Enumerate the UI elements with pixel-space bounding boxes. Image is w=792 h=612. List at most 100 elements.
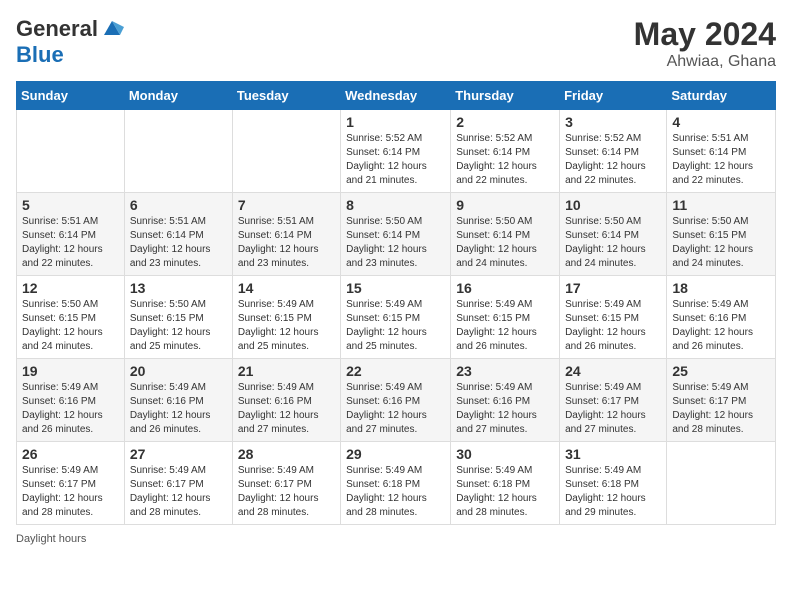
day-info: Sunrise: 5:50 AM Sunset: 6:15 PM Dayligh…	[130, 298, 227, 354]
day-info: Sunrise: 5:49 AM Sunset: 6:17 PM Dayligh…	[130, 464, 227, 520]
week-row-4: 19 Sunrise: 5:49 AM Sunset: 6:16 PM Dayli…	[17, 359, 776, 442]
calendar-cell: 29 Sunrise: 5:49 AM Sunset: 6:18 PM Dayli…	[341, 442, 451, 525]
calendar-cell: 4 Sunrise: 5:51 AM Sunset: 6:14 PM Daylig…	[667, 110, 776, 193]
day-info: Sunrise: 5:51 AM Sunset: 6:14 PM Dayligh…	[238, 215, 335, 271]
day-info: Sunrise: 5:49 AM Sunset: 6:16 PM Dayligh…	[456, 381, 554, 437]
day-number: 15	[346, 280, 445, 296]
calendar-cell: 21 Sunrise: 5:49 AM Sunset: 6:16 PM Dayli…	[232, 359, 340, 442]
day-info: Sunrise: 5:49 AM Sunset: 6:16 PM Dayligh…	[238, 381, 335, 437]
calendar-cell: 5Sunrise: 5:51 AM Sunset: 6:14 PM Daylig…	[17, 193, 125, 276]
calendar-cell: 1Sunrise: 5:52 AM Sunset: 6:14 PM Daylig…	[341, 110, 451, 193]
day-info: Sunrise: 5:51 AM Sunset: 6:14 PM Dayligh…	[130, 215, 227, 271]
day-number: 30	[456, 446, 554, 462]
calendar-cell: 14 Sunrise: 5:49 AM Sunset: 6:15 PM Dayli…	[232, 276, 340, 359]
calendar-cell: 10 Sunrise: 5:50 AM Sunset: 6:14 PM Dayli…	[560, 193, 667, 276]
day-number: 12	[22, 280, 119, 296]
week-row-3: 12 Sunrise: 5:50 AM Sunset: 6:15 PM Dayli…	[17, 276, 776, 359]
logo-icon	[100, 17, 124, 41]
day-info: Sunrise: 5:49 AM Sunset: 6:17 PM Dayligh…	[672, 381, 770, 437]
day-number: 11	[672, 197, 770, 213]
calendar-cell: 8Sunrise: 5:50 AM Sunset: 6:14 PM Daylig…	[341, 193, 451, 276]
calendar-cell: 31 Sunrise: 5:49 AM Sunset: 6:18 PM Dayli…	[560, 442, 667, 525]
day-number: 14	[238, 280, 335, 296]
daylight-hours-label: Daylight hours	[16, 533, 86, 545]
calendar-cell: 30 Sunrise: 5:49 AM Sunset: 6:18 PM Dayli…	[451, 442, 560, 525]
calendar-cell: 13 Sunrise: 5:50 AM Sunset: 6:15 PM Dayli…	[124, 276, 232, 359]
weekday-sunday: Sunday	[17, 82, 125, 110]
calendar-cell: 2Sunrise: 5:52 AM Sunset: 6:14 PM Daylig…	[451, 110, 560, 193]
calendar-cell	[124, 110, 232, 193]
title-block: May 2024 Ahwiaa, Ghana	[634, 16, 776, 71]
day-info: Sunrise: 5:49 AM Sunset: 6:16 PM Dayligh…	[22, 381, 119, 437]
day-number: 2	[456, 114, 554, 130]
day-number: 22	[346, 363, 445, 379]
weekday-friday: Friday	[560, 82, 667, 110]
day-info: Sunrise: 5:49 AM Sunset: 6:16 PM Dayligh…	[130, 381, 227, 437]
page-header: General Blue May 2024 Ahwiaa, Ghana	[16, 16, 776, 71]
day-number: 25	[672, 363, 770, 379]
day-info: Sunrise: 5:50 AM Sunset: 6:15 PM Dayligh…	[672, 215, 770, 271]
calendar-table: SundayMondayTuesdayWednesdayThursdayFrid…	[16, 81, 776, 525]
day-number: 24	[565, 363, 661, 379]
weekday-monday: Monday	[124, 82, 232, 110]
day-info: Sunrise: 5:49 AM Sunset: 6:17 PM Dayligh…	[22, 464, 119, 520]
day-info: Sunrise: 5:49 AM Sunset: 6:17 PM Dayligh…	[565, 381, 661, 437]
day-info: Sunrise: 5:50 AM Sunset: 6:14 PM Dayligh…	[456, 215, 554, 271]
weekday-tuesday: Tuesday	[232, 82, 340, 110]
day-number: 9	[456, 197, 554, 213]
weekday-saturday: Saturday	[667, 82, 776, 110]
day-number: 18	[672, 280, 770, 296]
day-info: Sunrise: 5:52 AM Sunset: 6:14 PM Dayligh…	[565, 132, 661, 188]
day-number: 23	[456, 363, 554, 379]
logo-general: General	[16, 16, 98, 42]
day-number: 17	[565, 280, 661, 296]
calendar-cell: 3Sunrise: 5:52 AM Sunset: 6:14 PM Daylig…	[560, 110, 667, 193]
day-number: 21	[238, 363, 335, 379]
day-number: 29	[346, 446, 445, 462]
footer: Daylight hours	[16, 533, 776, 545]
day-info: Sunrise: 5:50 AM Sunset: 6:14 PM Dayligh…	[346, 215, 445, 271]
day-number: 4	[672, 114, 770, 130]
day-number: 10	[565, 197, 661, 213]
day-info: Sunrise: 5:50 AM Sunset: 6:15 PM Dayligh…	[22, 298, 119, 354]
calendar-cell: 27 Sunrise: 5:49 AM Sunset: 6:17 PM Dayli…	[124, 442, 232, 525]
week-row-5: 26Sunrise: 5:49 AM Sunset: 6:17 PM Dayli…	[17, 442, 776, 525]
day-number: 20	[130, 363, 227, 379]
calendar-cell	[232, 110, 340, 193]
calendar-cell: 6Sunrise: 5:51 AM Sunset: 6:14 PM Daylig…	[124, 193, 232, 276]
logo-blue: Blue	[16, 42, 64, 68]
logo: General Blue	[16, 16, 124, 68]
calendar-cell: 24 Sunrise: 5:49 AM Sunset: 6:17 PM Dayli…	[560, 359, 667, 442]
calendar-cell: 18Sunrise: 5:49 AM Sunset: 6:16 PM Dayli…	[667, 276, 776, 359]
calendar-cell: 7 Sunrise: 5:51 AM Sunset: 6:14 PM Daylig…	[232, 193, 340, 276]
calendar-cell	[17, 110, 125, 193]
day-number: 16	[456, 280, 554, 296]
day-info: Sunrise: 5:49 AM Sunset: 6:16 PM Dayligh…	[346, 381, 445, 437]
calendar-cell: 11 Sunrise: 5:50 AM Sunset: 6:15 PM Dayli…	[667, 193, 776, 276]
day-number: 7	[238, 197, 335, 213]
day-number: 27	[130, 446, 227, 462]
day-info: Sunrise: 5:51 AM Sunset: 6:14 PM Dayligh…	[672, 132, 770, 188]
day-info: Sunrise: 5:49 AM Sunset: 6:18 PM Dayligh…	[565, 464, 661, 520]
day-number: 19	[22, 363, 119, 379]
day-info: Sunrise: 5:49 AM Sunset: 6:18 PM Dayligh…	[346, 464, 445, 520]
calendar-cell: 17 Sunrise: 5:49 AM Sunset: 6:15 PM Dayli…	[560, 276, 667, 359]
week-row-1: 1 Sunrise: 5:52 AM Sunset: 6:14 PM Daylig…	[17, 110, 776, 193]
day-info: Sunrise: 5:49 AM Sunset: 6:18 PM Dayligh…	[456, 464, 554, 520]
calendar-cell: 19 Sunrise: 5:49 AM Sunset: 6:16 PM Dayli…	[17, 359, 125, 442]
day-number: 31	[565, 446, 661, 462]
location-title: Ahwiaa, Ghana	[634, 53, 776, 71]
day-number: 1	[346, 114, 445, 130]
weekday-thursday: Thursday	[451, 82, 560, 110]
month-title: May 2024	[634, 16, 776, 53]
day-info: Sunrise: 5:50 AM Sunset: 6:14 PM Dayligh…	[565, 215, 661, 271]
day-info: Sunrise: 5:49 AM Sunset: 6:15 PM Dayligh…	[238, 298, 335, 354]
day-number: 28	[238, 446, 335, 462]
weekday-header-row: SundayMondayTuesdayWednesdayThursdayFrid…	[17, 82, 776, 110]
day-number: 13	[130, 280, 227, 296]
day-info: Sunrise: 5:49 AM Sunset: 6:15 PM Dayligh…	[565, 298, 661, 354]
weekday-wednesday: Wednesday	[341, 82, 451, 110]
calendar-cell: 20 Sunrise: 5:49 AM Sunset: 6:16 PM Dayli…	[124, 359, 232, 442]
day-info: Sunrise: 5:49 AM Sunset: 6:15 PM Dayligh…	[456, 298, 554, 354]
calendar-cell: 25 Sunrise: 5:49 AM Sunset: 6:17 PM Dayli…	[667, 359, 776, 442]
